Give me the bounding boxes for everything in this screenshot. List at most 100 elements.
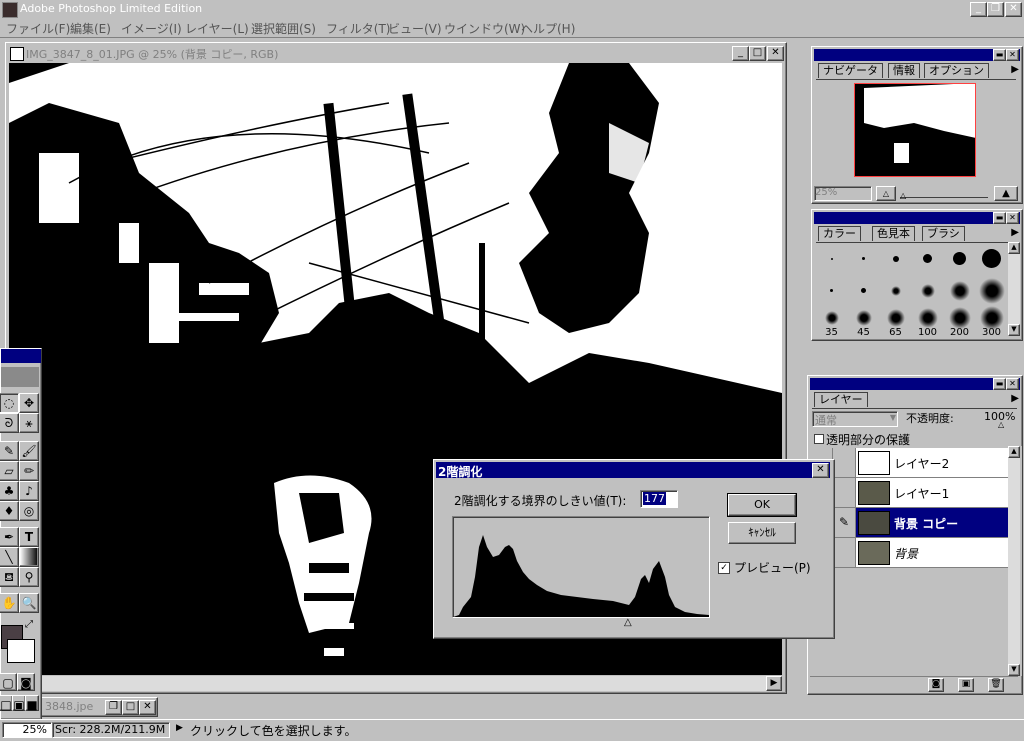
- brushes-scroll-up-icon[interactable]: ▲: [1008, 242, 1020, 254]
- doc-maximize-button[interactable]: □: [749, 46, 766, 61]
- brush-1[interactable]: [816, 243, 847, 274]
- swap-colors-icon[interactable]: ⤢: [25, 619, 33, 630]
- status-zoom-field[interactable]: 25%: [2, 722, 52, 738]
- tab-navigator[interactable]: ナビゲータ: [818, 63, 883, 78]
- min-doc-restore-button[interactable]: ❐: [105, 700, 122, 715]
- move-tool-icon[interactable]: ✥: [19, 393, 39, 413]
- layers-close-button[interactable]: ✕: [1006, 378, 1019, 390]
- brush-9[interactable]: [880, 275, 911, 306]
- blend-mode-select[interactable]: 通常 ▼: [812, 411, 898, 427]
- brush-65[interactable]: 65: [880, 307, 911, 338]
- horizontal-scrollbar[interactable]: ▶: [9, 676, 782, 691]
- zoom-slider-thumb[interactable]: △: [900, 191, 906, 200]
- restore-button[interactable]: ❐: [987, 2, 1004, 17]
- paint-bucket-icon[interactable]: ⛾: [0, 567, 19, 587]
- brushes-close-button[interactable]: ✕: [1006, 212, 1019, 224]
- brush-35[interactable]: 35: [816, 307, 847, 338]
- brush-6[interactable]: [976, 243, 1007, 274]
- tab-swatches[interactable]: 色見本: [872, 226, 915, 241]
- brushes-scrollbar[interactable]: ▲ ▼: [1008, 242, 1020, 336]
- history-brush-icon[interactable]: ♪: [19, 481, 39, 501]
- eyedropper-tool-icon[interactable]: ⚲: [19, 567, 39, 587]
- menu-help[interactable]: ヘルプ(H): [521, 20, 575, 37]
- tab-options[interactable]: オプション: [924, 63, 989, 78]
- brush-12[interactable]: [976, 275, 1007, 306]
- brush-100[interactable]: 100: [912, 307, 943, 338]
- magic-wand-icon[interactable]: ⚹: [19, 413, 39, 433]
- link-slot[interactable]: [833, 478, 856, 507]
- blur-tool-icon[interactable]: ♦: [0, 501, 19, 521]
- background-color-swatch[interactable]: [7, 639, 35, 663]
- zoom-slider[interactable]: △: [900, 189, 988, 200]
- standard-mode-icon[interactable]: ▢: [0, 673, 17, 691]
- menu-edit[interactable]: 編集(E): [70, 20, 111, 37]
- tab-layers[interactable]: レイヤー: [814, 392, 868, 407]
- status-arrow-icon[interactable]: ▶: [176, 723, 183, 733]
- minimized-document[interactable]: 3848.jpe ❐ □ ✕: [40, 697, 158, 717]
- navigator-zoom-field[interactable]: 25%: [814, 186, 872, 201]
- lasso-tool-icon[interactable]: ᘐ: [0, 413, 19, 433]
- pencil-tool-icon[interactable]: ✏: [19, 461, 39, 481]
- zoom-tool-icon[interactable]: 🔍: [19, 593, 39, 613]
- brush-4[interactable]: [912, 243, 943, 274]
- layers-scrollbar[interactable]: ▲ ▼: [1008, 446, 1020, 676]
- brush-7[interactable]: [816, 275, 847, 306]
- link-slot[interactable]: [833, 538, 856, 567]
- brush-indicator-icon[interactable]: ✎: [833, 508, 856, 537]
- navigator-menu-arrow-icon[interactable]: ▶: [1011, 64, 1019, 75]
- dodge-tool-icon[interactable]: ◎: [19, 501, 39, 521]
- layer-row-layer1[interactable]: レイヤー1: [810, 478, 1008, 508]
- airbrush-tool-icon[interactable]: ✎: [0, 441, 19, 461]
- ok-button[interactable]: OK: [727, 493, 797, 517]
- menu-select[interactable]: 選択範囲(S): [251, 20, 316, 37]
- trash-icon[interactable]: 🗑: [988, 678, 1004, 692]
- menu-window[interactable]: ウインドウ(W): [444, 20, 525, 37]
- min-doc-close-button[interactable]: ✕: [139, 700, 156, 715]
- layers-menu-arrow-icon[interactable]: ▶: [1011, 393, 1019, 404]
- doc-minimize-button[interactable]: _: [732, 46, 749, 61]
- line-tool-icon[interactable]: ╲: [0, 547, 19, 567]
- paintbrush-tool-icon[interactable]: 🖌: [19, 441, 39, 461]
- minimize-button[interactable]: _: [970, 2, 987, 17]
- layer-row-background-copy[interactable]: ✎ 背景 コピー: [810, 508, 1008, 538]
- brushes-minimize-button[interactable]: ▬: [993, 212, 1006, 224]
- brush-2[interactable]: [848, 243, 879, 274]
- eraser-tool-icon[interactable]: ▱: [0, 461, 19, 481]
- min-doc-maximize-button[interactable]: □: [122, 700, 139, 715]
- quickmask-mode-icon[interactable]: ◙: [17, 673, 35, 691]
- menu-file[interactable]: ファイル(F): [6, 20, 70, 37]
- tab-info[interactable]: 情報: [888, 63, 920, 78]
- new-layer-icon[interactable]: ▣: [958, 678, 974, 692]
- type-tool-icon[interactable]: T: [19, 527, 39, 547]
- tab-color[interactable]: カラー: [818, 226, 861, 241]
- screen-mode-3-icon[interactable]: ■: [25, 695, 39, 712]
- add-mask-icon[interactable]: ◙: [928, 678, 944, 692]
- cancel-button[interactable]: ｷｬﾝｾﾙ: [728, 522, 796, 544]
- navigator-minimize-button[interactable]: ▬: [993, 49, 1006, 61]
- scroll-right-button[interactable]: ▶: [766, 676, 782, 691]
- brush-3[interactable]: [880, 243, 911, 274]
- brush-8[interactable]: [848, 275, 879, 306]
- dialog-close-button[interactable]: ✕: [812, 463, 829, 478]
- opacity-slider-icon[interactable]: △: [998, 420, 1004, 429]
- layers-minimize-button[interactable]: ▬: [993, 378, 1006, 390]
- hand-tool-icon[interactable]: ✋: [0, 593, 19, 613]
- layers-scroll-down-icon[interactable]: ▼: [1008, 664, 1020, 676]
- preserve-checkbox[interactable]: [814, 434, 824, 444]
- histogram[interactable]: [452, 516, 710, 618]
- threshold-input[interactable]: 177: [640, 490, 678, 508]
- layer-row-background[interactable]: 背景: [810, 538, 1008, 568]
- brush-11[interactable]: [944, 275, 975, 306]
- navigator-preview[interactable]: [853, 82, 977, 178]
- brush-5[interactable]: [944, 243, 975, 274]
- zoom-in-icon[interactable]: ▲: [994, 186, 1018, 201]
- screen-mode-2-icon[interactable]: ▣: [12, 695, 26, 712]
- pen-tool-icon[interactable]: ✒: [0, 527, 19, 547]
- preview-label[interactable]: プレビュー(P): [734, 559, 811, 576]
- threshold-slider-triangle-icon[interactable]: △: [624, 617, 632, 628]
- brush-45[interactable]: 45: [848, 307, 879, 338]
- brush-10[interactable]: [912, 275, 943, 306]
- tab-brushes[interactable]: ブラシ: [922, 226, 965, 241]
- navigator-close-button[interactable]: ✕: [1006, 49, 1019, 61]
- menu-image[interactable]: イメージ(I): [121, 20, 182, 37]
